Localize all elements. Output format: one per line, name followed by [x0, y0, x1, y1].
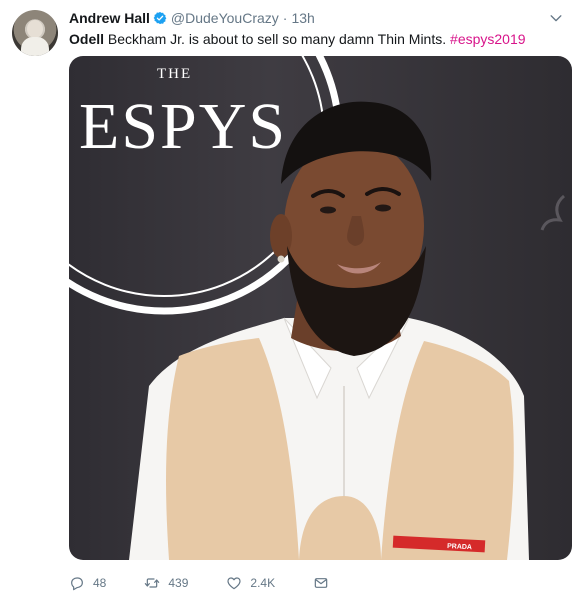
- earring: [277, 255, 285, 263]
- avatar-face: [27, 20, 43, 38]
- sign-the-text: THE: [157, 66, 192, 82]
- tweet-card: Andrew Hall @DudeYouCrazy · 13h Odell Be…: [0, 0, 579, 600]
- sign-espys-text: ESPYS: [79, 90, 287, 163]
- meta-separator: ·: [282, 10, 288, 26]
- reply-count: 48: [93, 576, 107, 590]
- envelope-icon: [314, 578, 328, 588]
- prada-tag-text: PRADA: [447, 543, 472, 551]
- heart-icon: [227, 577, 241, 590]
- photo-illustration: THE ESPYS PRADA: [69, 56, 566, 560]
- hashtag-link[interactable]: #espys2019: [450, 31, 526, 47]
- direct-message-button[interactable]: [313, 575, 337, 591]
- author-name[interactable]: Andrew Hall: [69, 10, 150, 26]
- tweet-header: Andrew Hall @DudeYouCrazy · 13h: [69, 8, 315, 28]
- like-button[interactable]: 2.4K: [226, 575, 275, 591]
- reply-button[interactable]: 48: [69, 575, 106, 591]
- tweet-text-body: Beckham Jr. is about to sell so many dam…: [104, 31, 451, 47]
- tweet-timestamp[interactable]: 13h: [291, 10, 314, 26]
- reply-icon: [71, 577, 83, 591]
- retweet-button[interactable]: 439: [144, 575, 188, 591]
- retweet-count: 439: [168, 576, 189, 590]
- eye-left: [320, 206, 336, 214]
- avatar-body: [21, 37, 49, 56]
- tweet-text-bold: Odell: [69, 31, 105, 47]
- tweet-text: Odell Beckham Jr. is about to sell so ma…: [69, 30, 526, 48]
- tweet-actions: 48 439 2.4K: [69, 572, 337, 594]
- chevron-down-icon[interactable]: [549, 11, 563, 25]
- author-avatar[interactable]: [12, 10, 58, 56]
- eye-right: [375, 204, 391, 212]
- like-count: 2.4K: [250, 576, 276, 590]
- tweet-photo[interactable]: THE ESPYS PRADA: [69, 56, 572, 560]
- author-handle[interactable]: @DudeYouCrazy: [171, 10, 279, 26]
- retweet-icon: [145, 578, 160, 588]
- verified-icon: [153, 11, 167, 25]
- background-mark: [540, 194, 566, 231]
